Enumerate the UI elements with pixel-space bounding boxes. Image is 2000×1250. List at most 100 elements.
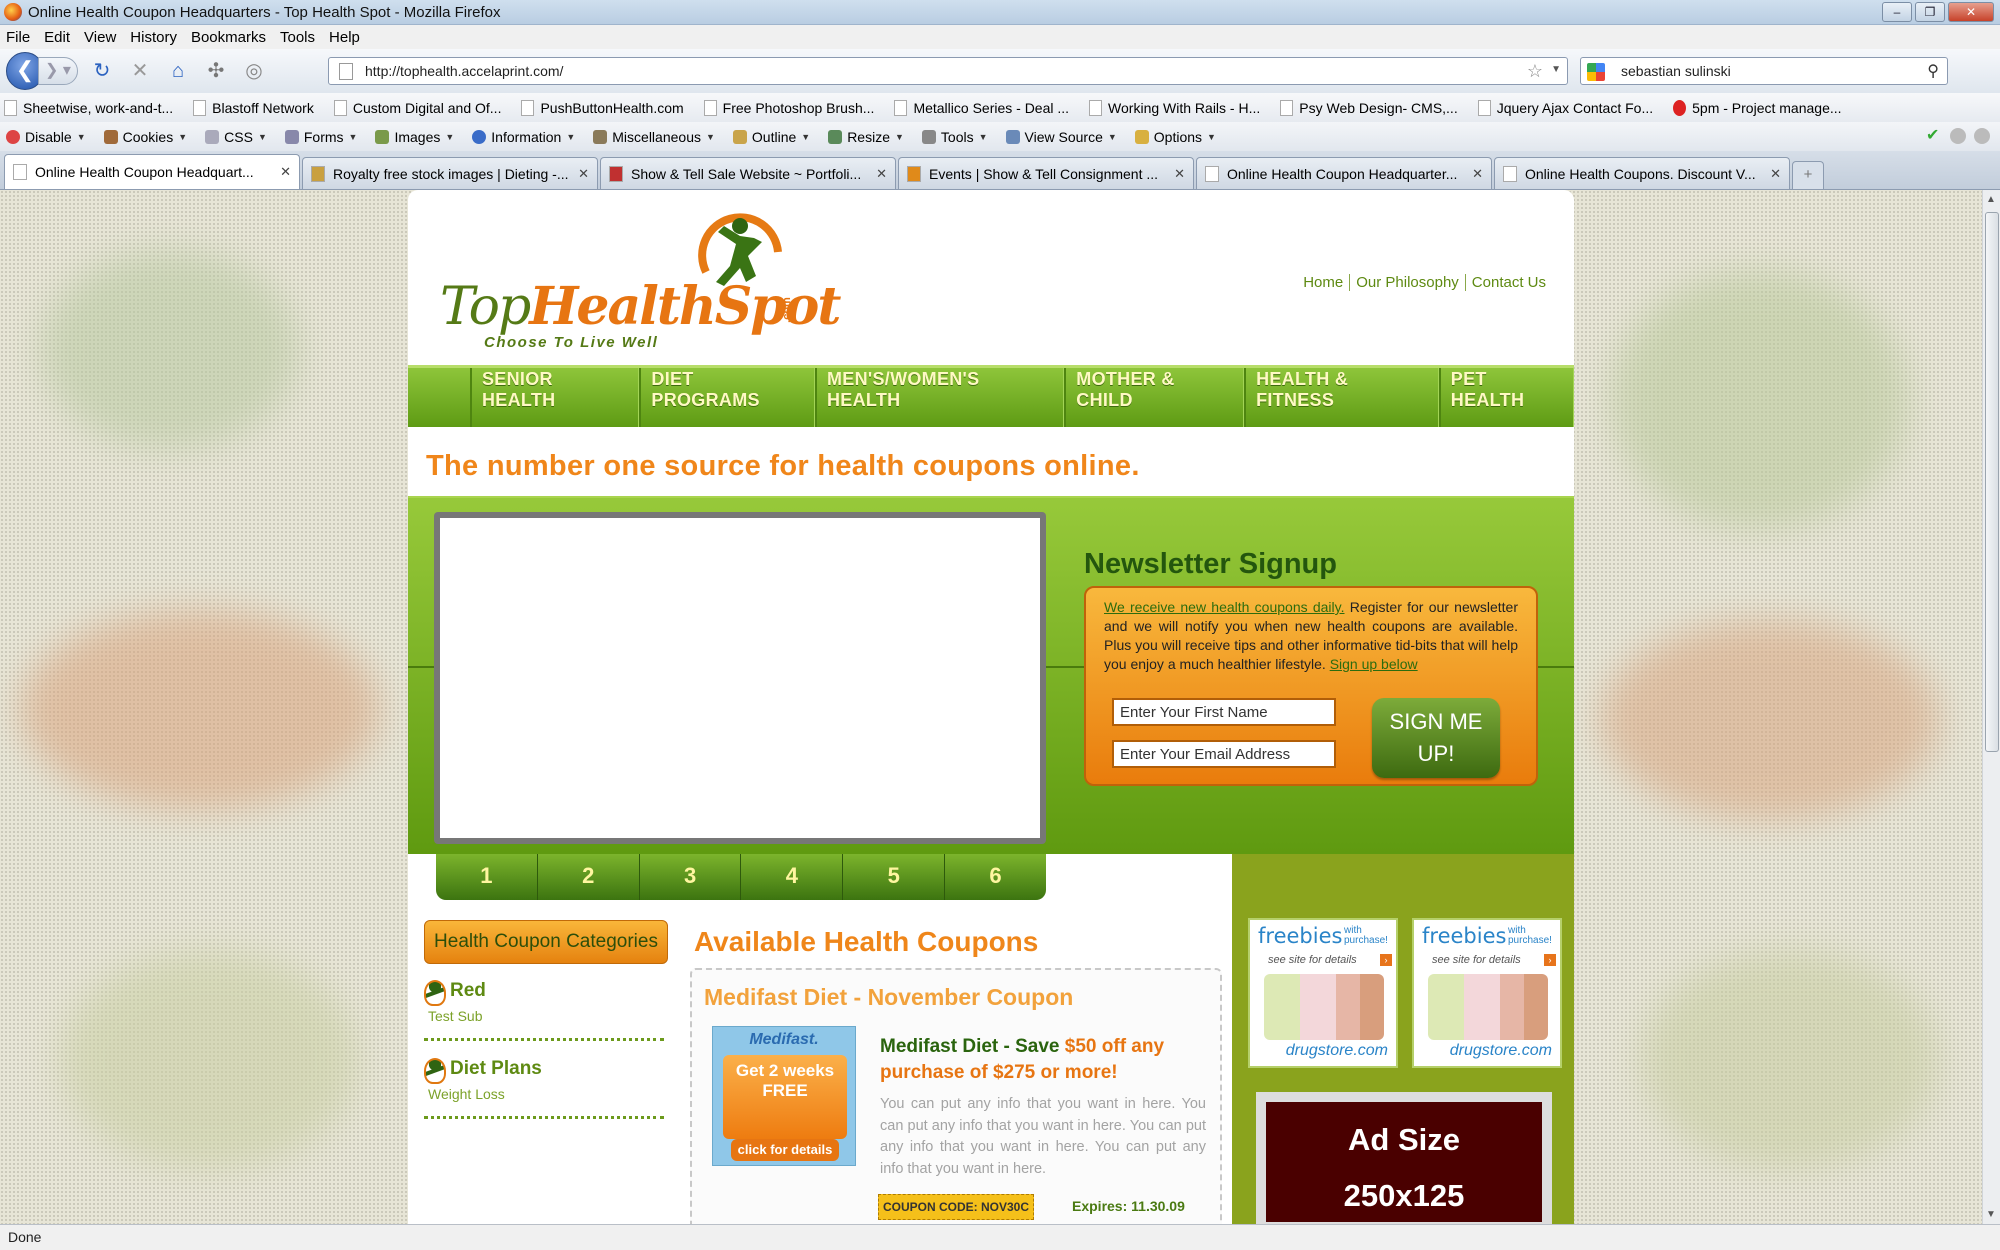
menu-file[interactable]: File — [6, 29, 30, 46]
pager-1[interactable]: 1 — [436, 854, 538, 900]
bookmark-item[interactable]: Sheetwise, work-and-t... — [4, 99, 173, 116]
wd-cookies[interactable]: Cookies ▼ — [103, 129, 187, 145]
close-tab-icon[interactable]: ✕ — [876, 166, 887, 182]
category-name[interactable]: Diet Plans — [424, 1058, 664, 1084]
bookmark-item[interactable]: Jquery Ajax Contact Fo... — [1477, 99, 1653, 116]
coupon-image[interactable]: Medifast. Get 2 weeks FREE click for det… — [712, 1026, 856, 1166]
bookmark-item[interactable]: Custom Digital and Of... — [333, 99, 501, 116]
tab[interactable]: Royalty free stock images | Dieting -...… — [302, 157, 598, 189]
category-item[interactable]: Diet Plans Weight Loss — [424, 1058, 664, 1119]
wd-css[interactable]: CSS ▼ — [205, 129, 267, 145]
nav-senior-health[interactable]: SENIOR HEALTH — [470, 368, 640, 427]
menu-edit[interactable]: Edit — [44, 29, 70, 46]
first-name-input[interactable] — [1112, 698, 1336, 726]
wd-forms[interactable]: Forms ▼ — [284, 129, 357, 145]
close-tab-icon[interactable]: ✕ — [1174, 166, 1185, 182]
freebies-ad[interactable]: freebies with purchase! see site for det… — [1412, 918, 1562, 1068]
category-item[interactable]: Red Test Sub — [424, 980, 664, 1041]
close-tab-icon[interactable]: ✕ — [280, 164, 291, 180]
nav-pet-health[interactable]: PET HEALTH — [1438, 368, 1574, 427]
menu-view[interactable]: View — [84, 29, 116, 46]
bookmark-star-icon[interactable]: ☆ — [1527, 61, 1543, 82]
reload-icon[interactable]: ↻ — [88, 57, 116, 85]
scroll-up-icon[interactable]: ▲ — [1986, 194, 1996, 205]
link-home[interactable]: Home — [1297, 274, 1349, 291]
minimize-button[interactable]: – — [1882, 2, 1912, 22]
wd-outline[interactable]: Outline ▼ — [732, 129, 810, 145]
pager-6[interactable]: 6 — [945, 854, 1046, 900]
newsletter-signup-link[interactable]: Sign up below — [1330, 656, 1418, 672]
wd-resize[interactable]: Resize ▼ — [828, 129, 904, 145]
pager-5[interactable]: 5 — [843, 854, 946, 900]
close-tab-icon[interactable]: ✕ — [1472, 166, 1483, 182]
scrollbar-thumb[interactable] — [1985, 212, 1999, 752]
bookmark-item[interactable]: Metallico Series - Deal ... — [894, 99, 1069, 116]
tab[interactable]: Online Health Coupon Headquarter... ✕ — [1196, 157, 1492, 189]
url-dropdown-icon[interactable]: ▼ — [1551, 64, 1561, 75]
tab-active[interactable]: Online Health Coupon Headquart... ✕ — [4, 154, 300, 189]
bookmark-item[interactable]: Free Photoshop Brush... — [703, 99, 874, 116]
window-controls: – ❐ ✕ — [1882, 2, 1994, 22]
link-contact[interactable]: Contact Us — [1464, 274, 1552, 291]
bookmark-item[interactable]: PushButtonHealth.com — [521, 99, 684, 116]
address-bar[interactable]: http://tophealth.accelaprint.com/ ☆ ▼ — [328, 57, 1568, 85]
new-tab-button[interactable]: + — [1792, 161, 1824, 189]
category-name[interactable]: Red — [424, 980, 664, 1006]
nav-mother-child[interactable]: MOTHER & CHILD — [1064, 368, 1245, 427]
newsletter-link[interactable]: We receive new health coupons daily. — [1104, 599, 1345, 615]
email-input[interactable] — [1112, 740, 1336, 768]
category-sub[interactable]: Test Sub — [424, 1008, 664, 1024]
site-logo[interactable]: TopHealthSpot .com Choose To Live Well — [432, 212, 841, 352]
home-icon[interactable]: ⌂ — [164, 57, 192, 85]
bookmark-item[interactable]: 5pm - Project manage... — [1673, 99, 1842, 116]
maximize-button[interactable]: ❐ — [1915, 2, 1945, 22]
tab[interactable]: Show & Tell Sale Website ~ Portfoli... ✕ — [600, 157, 896, 189]
bookmark-item[interactable]: Working With Rails - H... — [1089, 99, 1260, 116]
categories-header[interactable]: Health Coupon Categories — [424, 920, 668, 964]
addon-icon[interactable]: ✣ — [202, 57, 230, 85]
scroll-down-icon[interactable]: ▼ — [1986, 1209, 1996, 1220]
click-for-details-button[interactable]: click for details — [731, 1139, 839, 1161]
pager-2[interactable]: 2 — [538, 854, 640, 900]
wd-information[interactable]: Information ▼ — [472, 129, 575, 145]
tab[interactable]: Online Health Coupons. Discount V... ✕ — [1494, 157, 1790, 189]
bookmark-item[interactable]: Blastoff Network — [193, 99, 314, 116]
pager-3[interactable]: 3 — [640, 854, 742, 900]
pager-4[interactable]: 4 — [741, 854, 844, 900]
coupon-title[interactable]: Medifast Diet - November Coupon — [704, 984, 1073, 1011]
menu-tools[interactable]: Tools — [280, 29, 315, 46]
slideshow-image[interactable] — [440, 518, 1040, 838]
wd-miscellaneous[interactable]: Miscellaneous ▼ — [593, 129, 715, 145]
menu-history[interactable]: History — [130, 29, 177, 46]
menu-bookmarks[interactable]: Bookmarks — [191, 29, 266, 46]
search-box[interactable]: sebastian sulinski ⚲ — [1580, 57, 1948, 85]
close-button[interactable]: ✕ — [1948, 2, 1994, 22]
wd-images[interactable]: Images ▼ — [375, 129, 454, 145]
nav-health-fitness[interactable]: HEALTH & FITNESS — [1244, 368, 1439, 427]
tab[interactable]: Events | Show & Tell Consignment ... ✕ — [898, 157, 1194, 189]
nav-mens-womens-health[interactable]: MEN'S/WOMEN'S HEALTH — [814, 368, 1065, 427]
sign-me-up-button[interactable]: SIGN ME UP! — [1372, 698, 1500, 778]
wd-options[interactable]: Options ▼ — [1134, 129, 1216, 145]
close-tab-icon[interactable]: ✕ — [1770, 166, 1781, 182]
nav-diet-programs[interactable]: DIET PROGRAMS — [639, 368, 815, 427]
page-icon — [1205, 165, 1219, 182]
wd-tools[interactable]: Tools ▼ — [921, 129, 988, 145]
search-text[interactable]: sebastian sulinski — [1621, 63, 1731, 79]
stop-icon[interactable]: ✕ — [126, 57, 154, 85]
link-philosophy[interactable]: Our Philosophy — [1349, 274, 1465, 291]
vertical-scrollbar[interactable]: ▲ ▼ — [1982, 190, 2000, 1224]
category-sub[interactable]: Weight Loss — [424, 1086, 664, 1102]
freebies-ad[interactable]: freebies with purchase! see site for det… — [1248, 918, 1398, 1068]
sync-icon[interactable]: ◎ — [240, 57, 268, 85]
google-icon[interactable] — [1587, 63, 1605, 81]
ad-placeholder[interactable]: Ad Size 250x125 — [1256, 1092, 1552, 1224]
url-text[interactable]: http://tophealth.accelaprint.com/ — [365, 63, 563, 79]
wd-view-source[interactable]: View Source ▼ — [1005, 129, 1117, 145]
menu-help[interactable]: Help — [329, 29, 360, 46]
bookmark-item[interactable]: Psy Web Design- CMS,... — [1280, 99, 1458, 116]
forward-icon[interactable]: ❯ ▾ — [38, 57, 78, 85]
search-icon[interactable]: ⚲ — [1927, 61, 1939, 81]
wd-disable[interactable]: Disable ▼ — [6, 129, 86, 145]
close-tab-icon[interactable]: ✕ — [578, 166, 589, 182]
